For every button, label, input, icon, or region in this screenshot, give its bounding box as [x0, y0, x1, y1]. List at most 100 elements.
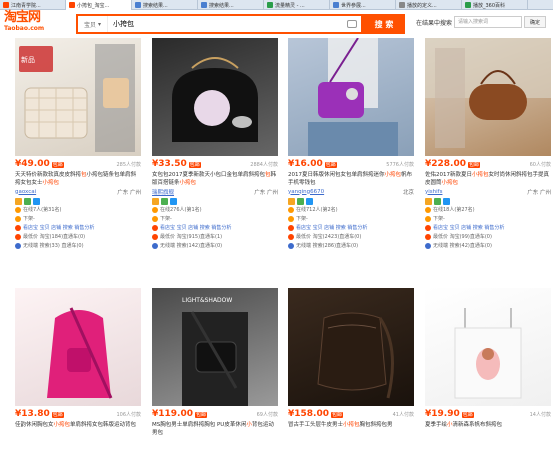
product-image[interactable]: 新品 [15, 38, 141, 156]
product-card[interactable]: ¥228.00 包邮 60人付款 佐佑2017新款夏日小挎包女时尚休闲斜挎包手提真皮… [425, 38, 551, 251]
free-shipping-badge: 包邮 [51, 162, 64, 168]
meta-delist: 下架- [152, 215, 278, 224]
shop-link[interactable]: 瑞熙旗舰 [152, 188, 174, 196]
meta-lowprice: 最低价 淘宝(184)直通车(0) [15, 233, 141, 242]
sold-count: 106人付款 [116, 411, 141, 418]
tmall-badge-icon [297, 197, 304, 205]
sold-count: 69人付款 [256, 411, 278, 418]
tmall-badge-icon [161, 197, 168, 205]
crown-badge-icon [15, 197, 22, 205]
search-within-label: 在结果中搜索 [416, 20, 453, 27]
bag-image-icon [172, 57, 258, 142]
favicon-icon [3, 2, 9, 8]
search-within-input[interactable]: 请输入搜索词 [454, 16, 522, 28]
meta-lowprice: 最低价 淘宝(915)直通车(1) [152, 233, 278, 242]
search-within-button[interactable]: 确定 [524, 16, 546, 28]
meta-tools[interactable]: 看店宝 宝贝 店铺 搜索 销售分析 [425, 224, 551, 233]
meta-mobile: 无线端 搜索(142)直通车(0) [152, 242, 278, 251]
meta-tools[interactable]: 看店宝 宝贝 店铺 搜索 销售分析 [15, 224, 141, 233]
browser-tab[interactable]: 播放_360百科 [462, 0, 528, 10]
sold-count: 285人付款 [116, 161, 141, 168]
product-price: ¥33.50 [152, 159, 187, 169]
product-card[interactable]: 新品 ¥49.00 包邮 285人付款 天天特价新款软真皮皮斜挎包小挎包链条包单肩斜… [15, 38, 141, 251]
product-image[interactable] [152, 38, 278, 156]
browser-tab[interactable]: 流量精灵 - ... [264, 0, 330, 10]
product-title[interactable]: 女包包2017夏季新款天小包口金包单肩斜挎包包韩版百搭链条小挎包 [152, 171, 278, 187]
meta-tools[interactable]: 看店宝 宝贝 店铺 搜索 销售分析 [152, 224, 278, 233]
browser-tab-bar: 江南青学院... 小挎包_淘宝... 搜索结果... 搜索结果... 流量精灵 … [0, 0, 553, 10]
search-input[interactable]: 小挎包 [108, 19, 347, 29]
product-title[interactable]: 冒古手工头层牛皮男士小挎包胸包斜挎包男 [288, 421, 414, 437]
product-price: ¥158.00 [288, 409, 329, 419]
shop-link[interactable]: yishifs [425, 189, 442, 195]
free-shipping-badge: 包邮 [188, 162, 201, 168]
badge-row [288, 196, 414, 206]
product-price: ¥49.00 [15, 159, 50, 169]
sold-count: 2884人付款 [250, 161, 278, 168]
meta-delist: 下架- [15, 215, 141, 224]
search-scope-select[interactable]: 宝贝 ▾ [78, 16, 108, 32]
shop-location: 北京 [402, 189, 414, 196]
shop-location: 广东 广州 [527, 189, 551, 196]
product-image[interactable] [425, 288, 551, 406]
ww-badge-icon [443, 197, 450, 205]
product-title[interactable]: 佳韵休闲胸包女小挎包单肩斜挎女包韩版运动背包 [15, 421, 141, 437]
tmall-badge-icon [24, 197, 31, 205]
shop-link[interactable]: yanqing6670 [288, 189, 324, 195]
badge-row [152, 196, 278, 206]
product-card[interactable]: ¥19.90 包邮 14人付款 夏季手绘小清新森系帆布斜挎包 [425, 288, 551, 437]
sold-count: 60人付款 [529, 161, 551, 168]
browser-tab[interactable]: 江南青学院... [0, 0, 66, 10]
crown-badge-icon [425, 197, 432, 205]
crown-badge-icon [288, 197, 295, 205]
free-shipping-badge: 包邮 [331, 412, 344, 418]
product-image[interactable]: LIGHT&SHADOW [152, 288, 278, 406]
browser-tab[interactable]: 搜索结果... [198, 0, 264, 10]
meta-online: 在线18人(第27名) [425, 206, 551, 215]
product-title[interactable]: MS胸包男士单肩斜挎胸包 PU皮革休闲小背包运动男包 [152, 421, 278, 437]
product-title[interactable]: 佐佑2017新款夏日小挎包女时尚休闲斜挎包手提真皮圆筒小挎包 [425, 171, 551, 187]
product-image[interactable] [15, 288, 141, 406]
camera-icon[interactable] [347, 20, 357, 28]
product-image[interactable] [288, 288, 414, 406]
free-shipping-badge: 包邮 [51, 412, 64, 418]
bag-image-icon: LIGHT&SHADOW [182, 297, 248, 406]
product-card[interactable]: ¥13.80 包邮 106人付款 佳韵休闲胸包女小挎包单肩斜挎女包韩版运动背包 [15, 288, 141, 437]
browser-tab-active[interactable]: 小挎包_淘宝... [66, 0, 132, 10]
product-card[interactable]: ¥16.00 包邮 5776人付款 2017夏日韩版休闲包女包单肩斜挎迷你小挎包帆布… [288, 38, 414, 251]
search-button[interactable]: 搜 索 [363, 14, 405, 34]
browser-tab[interactable]: 世界参展... [330, 0, 396, 10]
product-title[interactable]: 2017夏日韩版休闲包女包单肩斜挎迷你小挎包帆布手机零钱包 [288, 171, 414, 187]
product-image[interactable] [288, 38, 414, 156]
meta-online: 在线712人(第2名) [288, 206, 414, 215]
meta-mobile: 无线端 搜索(42)直通车(0) [425, 242, 551, 251]
meta-online: 在线7人(第31名) [15, 206, 141, 215]
sold-count: 41人付款 [392, 411, 414, 418]
product-image[interactable] [425, 38, 551, 156]
site-header: 淘宝网 Taobao.com 宝贝 ▾ 小挎包 搜 索 在结果中搜索 请输入搜索… [0, 10, 553, 38]
meta-mobile: 无线端 搜索(286)直通车(0) [288, 242, 414, 251]
product-card[interactable]: ¥33.50 包邮 2884人付款 女包包2017夏季新款天小包口金包单肩斜挎包包韩… [152, 38, 278, 251]
product-title[interactable]: 夏季手绘小清新森系帆布斜挎包 [425, 421, 551, 437]
badge-row [15, 196, 141, 206]
shop-location: 广东 广州 [117, 189, 141, 196]
product-title[interactable]: 天天特价新款软真皮皮斜挎包小挎包链条包单肩斜挎女包女士小挎包 [15, 171, 141, 187]
meta-tools[interactable]: 看店宝 宝贝 店铺 搜索 销售分析 [288, 224, 414, 233]
bag-image-icon [308, 38, 398, 156]
meta-delist: 下架- [425, 215, 551, 224]
browser-tab[interactable]: 搜索结果... [132, 0, 198, 10]
shop-link[interactable]: gaoxcai [15, 189, 36, 195]
tmall-badge-icon [434, 197, 441, 205]
browser-tab[interactable]: 播放的定义... [396, 0, 462, 10]
favicon-icon [135, 2, 141, 8]
favicon-icon [399, 2, 405, 8]
favicon-icon [333, 2, 339, 8]
product-card[interactable]: LIGHT&SHADOW ¥119.00 包邮 69人付款 MS胸包男士单肩斜挎胸包… [152, 288, 278, 437]
product-card[interactable]: ¥158.00 包邮 41人付款 冒古手工头层牛皮男士小挎包胸包斜挎包男 [288, 288, 414, 437]
favicon-icon [465, 2, 471, 8]
taobao-logo[interactable]: 淘宝网 Taobao.com [4, 11, 64, 37]
free-shipping-badge: 包邮 [195, 412, 208, 418]
badge-row [425, 196, 551, 206]
bag-image-icon [454, 308, 522, 399]
meta-lowprice: 最低价 淘宝(99)直通车(0) [425, 233, 551, 242]
